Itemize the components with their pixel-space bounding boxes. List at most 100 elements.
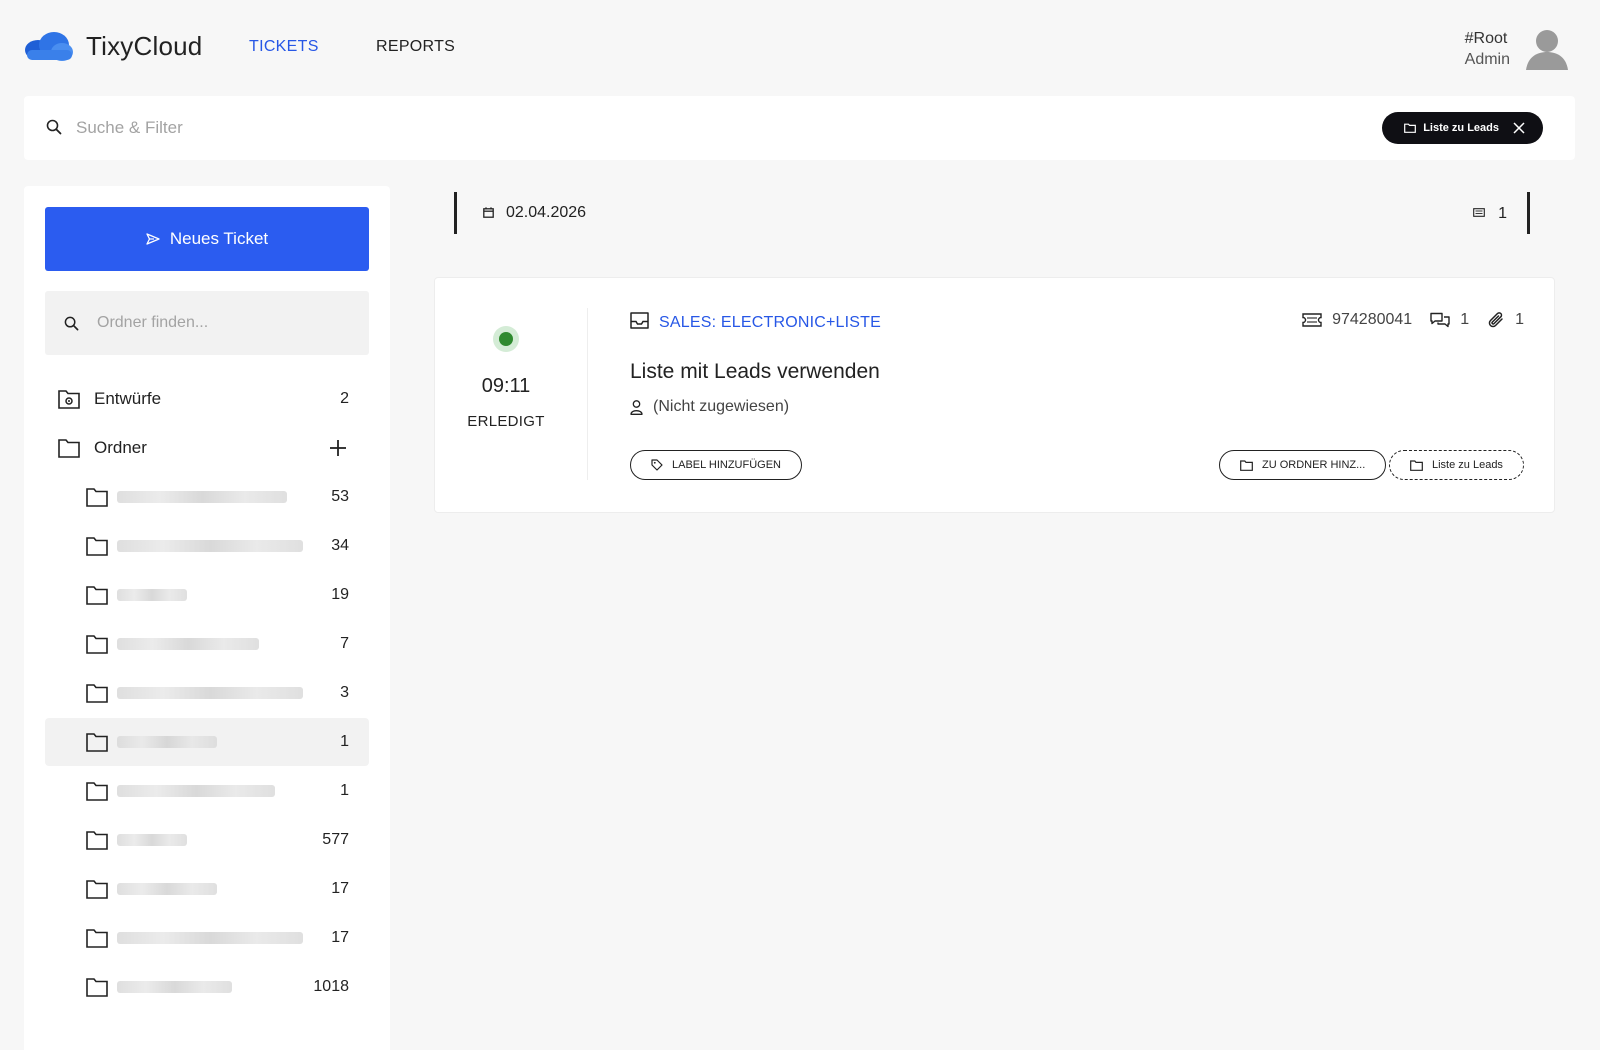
top-bar: TixyCloud TICKETS REPORTS #Root Admin <box>0 0 1600 96</box>
folder-name-redacted <box>117 932 303 944</box>
date-group-header: 02.04.2026 1 <box>450 192 1530 234</box>
folder-icon <box>86 929 108 948</box>
folder-icon <box>86 978 108 997</box>
folder-icon <box>86 586 108 605</box>
folder-icon <box>86 880 108 899</box>
sidebar-folder-item[interactable]: 577 <box>45 816 369 864</box>
folder-name-redacted <box>117 589 187 601</box>
add-label-text: LABEL HINZUFÜGEN <box>672 459 782 471</box>
sidebar-folder-item[interactable]: 7 <box>45 620 369 668</box>
folder-count: 1018 <box>313 978 349 995</box>
folder-icon <box>1404 123 1417 133</box>
ticket-number: 974280041 <box>1332 311 1413 328</box>
comments-count: 1 <box>1460 311 1470 328</box>
active-filter-chip[interactable]: Liste zu Leads <box>1382 112 1543 144</box>
calendar-icon <box>483 207 494 218</box>
drafts-count: 2 <box>340 390 349 407</box>
divider <box>454 192 457 234</box>
nav-tickets[interactable]: TICKETS <box>249 38 319 56</box>
new-ticket-button[interactable]: Neues Ticket <box>45 207 369 271</box>
add-to-folder-text: ZU ORDNER HINZ... <box>1262 459 1366 471</box>
avatar[interactable] <box>1524 26 1570 72</box>
nav-reports[interactable]: REPORTS <box>376 38 455 56</box>
ticket-card[interactable]: 09:11 ERLEDIGT SALES: ELECTRONIC+LISTE 9… <box>434 277 1555 513</box>
add-folder-icon[interactable] <box>329 439 347 457</box>
folder-search <box>45 291 369 355</box>
folder-icon <box>58 439 80 458</box>
group-date: 02.04.2026 <box>506 204 587 221</box>
sidebar-folder-item[interactable]: 53 <box>45 473 369 521</box>
folder-name-redacted <box>117 883 217 895</box>
sidebar-item-drafts[interactable]: Entwürfe 2 <box>45 375 369 423</box>
folder-count: 3 <box>340 684 349 701</box>
folder-name-redacted <box>117 981 232 993</box>
folder-tag-chip[interactable]: Liste zu Leads <box>1389 450 1524 480</box>
folder-name-redacted <box>117 834 187 846</box>
folder-icon <box>86 831 108 850</box>
ticket-meta: 974280041 1 1 <box>1302 311 1524 329</box>
user-menu[interactable]: #Root Admin <box>1465 26 1570 72</box>
drafts-label: Entwürfe <box>94 389 162 408</box>
inbox-icon <box>630 312 649 329</box>
folder-count: 34 <box>331 537 349 554</box>
folder-tag-text: Liste zu Leads <box>1432 459 1503 471</box>
ticket-subject[interactable]: Liste mit Leads verwenden <box>630 360 880 384</box>
folder-search-input[interactable] <box>97 307 347 339</box>
sidebar-folder-item[interactable]: 1 <box>45 718 369 766</box>
folder-icon <box>86 782 108 801</box>
folder-name-redacted <box>117 785 275 797</box>
tag-icon <box>651 459 663 471</box>
folder-count: 1 <box>340 733 349 750</box>
folder-count: 1 <box>340 782 349 799</box>
add-label-button[interactable]: LABEL HINZUFÜGEN <box>630 450 803 480</box>
ticket-assignee[interactable]: (Nicht zugewiesen) <box>653 398 789 416</box>
folders-label: Ordner <box>94 438 147 457</box>
group-ticket-count: 1 <box>1498 205 1507 222</box>
app-logo[interactable]: TixyCloud <box>24 30 202 62</box>
divider <box>587 308 588 480</box>
search-icon <box>46 119 62 135</box>
folder-name-redacted <box>117 736 217 748</box>
cloud-logo-icon <box>25 32 73 61</box>
app-name: TixyCloud <box>86 30 203 61</box>
sidebar-folder-item[interactable]: 3 <box>45 669 369 717</box>
ticket-icon <box>1302 313 1322 327</box>
search-bar: Liste zu Leads <box>24 96 1575 160</box>
folder-name-redacted <box>117 687 303 699</box>
folder-count: 17 <box>331 880 349 897</box>
folder-name-redacted <box>117 540 303 552</box>
sidebar-folder-item[interactable]: 34 <box>45 522 369 570</box>
folder-count: 7 <box>340 635 349 652</box>
search-input[interactable] <box>76 112 776 144</box>
sidebar-folder-item[interactable]: 1018 <box>45 963 369 1011</box>
folder-icon <box>86 733 108 752</box>
user-name: #Root <box>1464 30 1508 47</box>
folder-count: 17 <box>331 929 349 946</box>
ticket-icon <box>1473 208 1485 217</box>
drafts-folder-icon <box>58 390 80 409</box>
ticket-time: 09:11 <box>481 375 531 397</box>
ticket-queue-link[interactable]: SALES: ELECTRONIC+LISTE <box>659 314 881 332</box>
sidebar-folder-item[interactable]: 17 <box>45 865 369 913</box>
close-icon[interactable] <box>1513 122 1525 134</box>
status-indicator <box>493 326 519 352</box>
active-filter-label: Liste zu Leads <box>1423 122 1499 134</box>
folder-icon <box>86 684 108 703</box>
sidebar-folder-item[interactable]: 1 <box>45 767 369 815</box>
folder-icon <box>1410 459 1423 471</box>
folder-count: 19 <box>331 586 349 603</box>
sidebar-folder-item[interactable]: 19 <box>45 571 369 619</box>
user-icon <box>630 400 643 415</box>
add-to-folder-button[interactable]: ZU ORDNER HINZ... <box>1219 450 1387 480</box>
sidebar-item-folders[interactable]: Ordner <box>45 424 369 472</box>
sidebar-folder-item[interactable]: 17 <box>45 914 369 962</box>
folder-icon <box>1240 459 1253 471</box>
ticket-status: ERLEDIGT <box>467 413 545 430</box>
send-icon <box>146 233 160 245</box>
folder-name-redacted <box>117 638 259 650</box>
attachment-icon <box>1488 312 1503 328</box>
folder-name-redacted <box>117 491 287 503</box>
new-ticket-label: Neues Ticket <box>169 229 269 248</box>
search-icon <box>64 316 79 331</box>
folder-count: 577 <box>322 831 349 848</box>
